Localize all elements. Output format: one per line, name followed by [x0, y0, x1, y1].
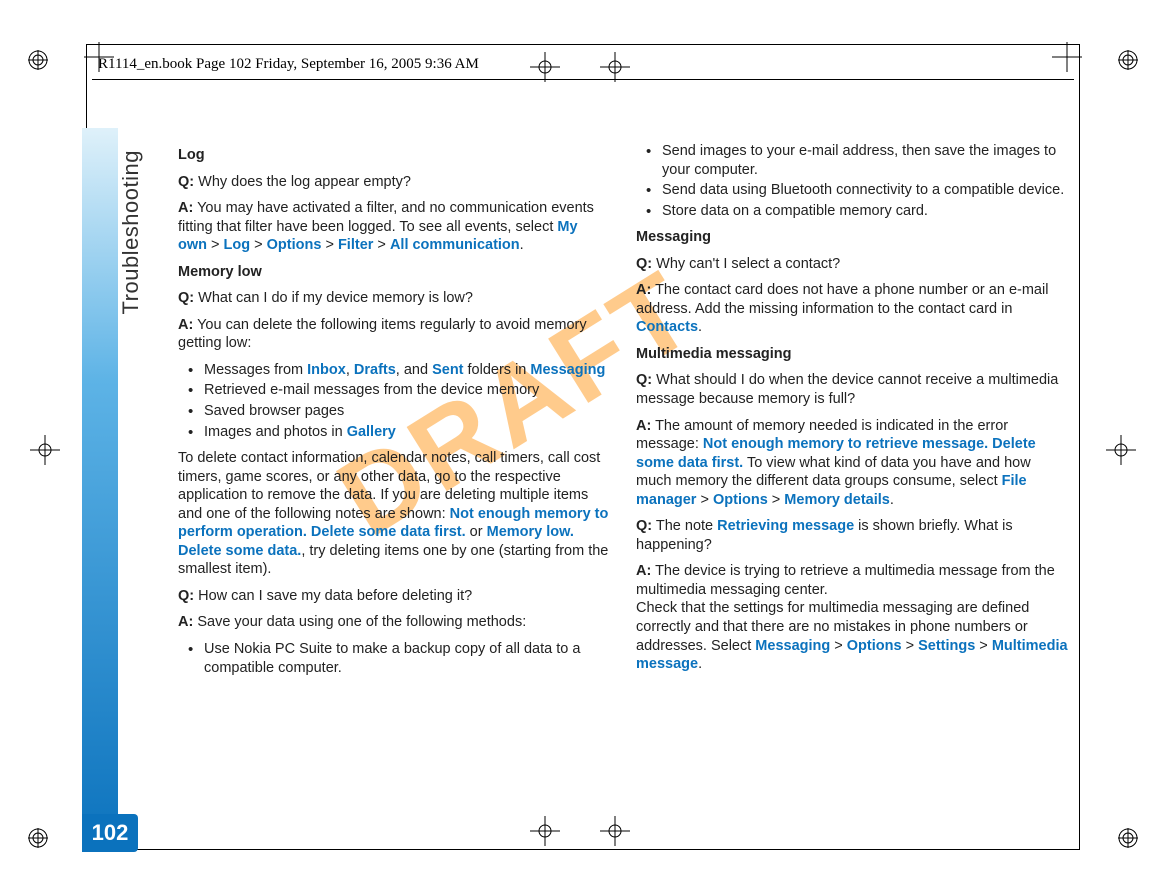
save-bullets-right: Send images to your e-mail address, then…	[636, 142, 1068, 220]
q-prefix: Q:	[636, 372, 652, 388]
side-tab-gradient	[82, 128, 118, 852]
heading-mms: Multimedia messaging	[636, 345, 1068, 364]
ui-all-communication: All communication	[390, 237, 520, 253]
memory-bullets: Messages from Inbox, Drafts, and Sent fo…	[178, 361, 610, 441]
page-content: Log Q: Why does the log appear empty? A:…	[178, 142, 1068, 802]
bullet-item: Saved browser pages	[178, 402, 610, 421]
q-mms1: Q: What should I do when the device cann…	[636, 371, 1068, 408]
registration-mark-icon	[28, 50, 48, 70]
q-memory: Q: What can I do if my device memory is …	[178, 289, 610, 308]
header-text: R1114_en.book Page 102 Friday, September…	[98, 56, 479, 73]
ui-retrieving-message: Retrieving message	[717, 518, 854, 534]
q-text: How can I save my data before deleting i…	[194, 588, 472, 604]
q-text: What can I do if my device memory is low…	[194, 290, 473, 306]
para-delete: To delete contact information, calendar …	[178, 449, 610, 579]
ui-log: Log	[224, 237, 251, 253]
page-number: 102	[82, 814, 138, 852]
q-prefix: Q:	[636, 256, 652, 272]
crop-mark-icon	[1106, 435, 1136, 465]
a-contact: A: The contact card does not have a phon…	[636, 281, 1068, 337]
a-prefix: A:	[178, 200, 193, 216]
left-column: Log Q: Why does the log appear empty? A:…	[178, 142, 610, 802]
a-prefix: A:	[178, 317, 193, 333]
ui-memory-details: Memory details	[784, 492, 890, 508]
save-bullets-left: Use Nokia PC Suite to make a backup copy…	[178, 640, 610, 677]
q-prefix: Q:	[636, 518, 652, 534]
ui-options: Options	[267, 237, 322, 253]
a-save: A: Save your data using one of the follo…	[178, 613, 610, 632]
a-log: A: You may have activated a filter, and …	[178, 199, 610, 255]
ui-inbox: Inbox	[307, 362, 346, 378]
registration-mark-icon	[1118, 50, 1138, 70]
bullet-item: Use Nokia PC Suite to make a backup copy…	[178, 640, 610, 677]
a-text: Save your data using one of the followin…	[193, 614, 526, 630]
q-prefix: Q:	[178, 174, 194, 190]
ui-messaging: Messaging	[755, 638, 830, 654]
bullet-item: Store data on a compatible memory card.	[636, 202, 1068, 221]
ui-drafts: Drafts	[354, 362, 396, 378]
a-prefix: A:	[178, 614, 193, 630]
ui-contacts: Contacts	[636, 319, 698, 335]
bullet-item: Send data using Bluetooth connectivity t…	[636, 181, 1068, 200]
bullet-item: Messages from Inbox, Drafts, and Sent fo…	[178, 361, 610, 380]
ui-options: Options	[847, 638, 902, 654]
ui-filter: Filter	[338, 237, 373, 253]
q-mms2: Q: The note Retrieving message is shown …	[636, 517, 1068, 554]
right-column: Send images to your e-mail address, then…	[636, 142, 1068, 802]
a-text: You can delete the following items regul…	[178, 317, 587, 352]
crop-mark-icon	[530, 816, 560, 846]
page-header: R1114_en.book Page 102 Friday, September…	[92, 50, 1074, 80]
ui-options: Options	[713, 492, 768, 508]
bullet-item: Retrieved e-mail messages from the devic…	[178, 381, 610, 400]
ui-settings: Settings	[918, 638, 975, 654]
heading-messaging: Messaging	[636, 228, 1068, 247]
crop-mark-icon	[600, 816, 630, 846]
a-mms1: A: The amount of memory needed is indica…	[636, 417, 1068, 510]
q-text: Why does the log appear empty?	[194, 174, 411, 190]
q-text: Why can't I select a contact?	[652, 256, 840, 272]
heading-log: Log	[178, 146, 610, 165]
bullet-item: Images and photos in Gallery	[178, 423, 610, 442]
a-prefix: A:	[636, 418, 651, 434]
q-prefix: Q:	[178, 290, 194, 306]
a-memory: A: You can delete the following items re…	[178, 316, 610, 353]
a-mms2: A: The device is trying to retrieve a mu…	[636, 562, 1068, 673]
bullet-item: Send images to your e-mail address, then…	[636, 142, 1068, 179]
heading-memory-low: Memory low	[178, 263, 610, 282]
a-prefix: A:	[636, 282, 651, 298]
a-log-pre: You may have activated a filter, and no …	[178, 200, 594, 235]
a-prefix: A:	[636, 563, 651, 579]
q-save: Q: How can I save my data before deletin…	[178, 587, 610, 606]
q-prefix: Q:	[178, 588, 194, 604]
q-contact: Q: Why can't I select a contact?	[636, 255, 1068, 274]
ui-messaging: Messaging	[530, 362, 605, 378]
q-text: What should I do when the device cannot …	[636, 372, 1058, 407]
registration-mark-icon	[28, 828, 48, 848]
registration-mark-icon	[1118, 828, 1138, 848]
ui-gallery: Gallery	[347, 424, 396, 440]
q-log: Q: Why does the log appear empty?	[178, 173, 610, 192]
section-side-label: Troubleshooting	[118, 150, 144, 314]
ui-sent: Sent	[432, 362, 463, 378]
crop-mark-icon	[30, 435, 60, 465]
